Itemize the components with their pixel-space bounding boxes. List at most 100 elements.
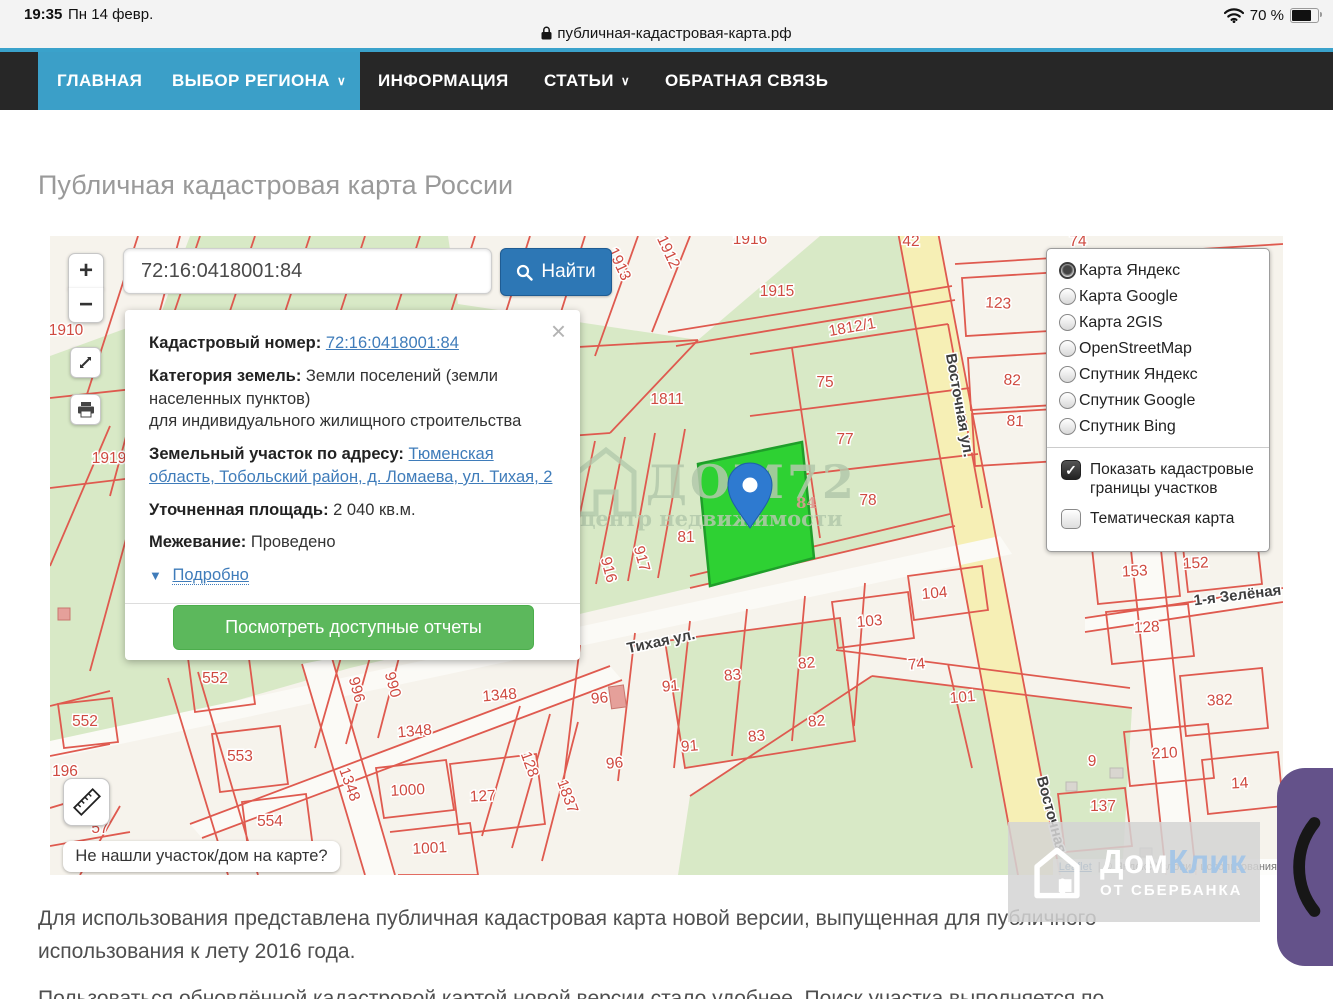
print-button[interactable] [70, 394, 101, 425]
close-icon[interactable]: × [551, 316, 566, 347]
radio-icon [1059, 340, 1076, 357]
parcel-label: 14 [1231, 775, 1249, 793]
cadastral-number-row: Кадастровый номер: 72:16:0418001:84 [149, 334, 459, 352]
parcel-label: 553 [227, 748, 253, 765]
layer-option[interactable]: Карта 2GIS [1059, 313, 1257, 333]
search-button[interactable]: Найти [500, 248, 612, 296]
fullscreen-button[interactable] [70, 347, 101, 378]
parcel-label: 81 [1006, 413, 1024, 431]
layer-option[interactable]: OpenStreetMap [1059, 339, 1257, 359]
parcel-label: 96 [590, 689, 609, 707]
parcel-label: 82 [807, 712, 826, 730]
safari-window: 19:35 Пн 14 февр. публичная-кадастровая-… [0, 0, 1333, 1000]
parcel-label: 1811 [650, 391, 683, 408]
layer-option[interactable]: Спутник Google [1059, 391, 1257, 411]
layer-checkbox-label: Показать кадастровые границы участков [1090, 461, 1254, 498]
parcel-label: 210 [1151, 744, 1178, 762]
parcel-label: 81 [677, 529, 694, 546]
page-title: Публичная кадастровая карта России [38, 170, 514, 200]
layer-option[interactable]: Карта Яндекс [1059, 261, 1257, 281]
layer-checkbox-option[interactable]: Тематическая карта [1059, 508, 1257, 529]
wifi-icon [1223, 8, 1244, 23]
parcel-label: 91 [661, 677, 680, 695]
address-row: Земельный участок по адресу: Тюменская о… [149, 445, 553, 486]
parcel-label: 1916 [733, 236, 767, 248]
radio-icon [1059, 288, 1076, 305]
battery-icon [1290, 8, 1322, 23]
parcel-label: 78 [859, 492, 876, 509]
layer-option-label: OpenStreetMap [1079, 340, 1192, 357]
layer-option[interactable]: Спутник Bing [1059, 417, 1257, 437]
layer-option-label: Карта 2GIS [1079, 314, 1163, 331]
details-row: ▼ Подробно [149, 564, 554, 587]
nav-item-information[interactable]: ИНФОРМАЦИЯ [378, 52, 509, 110]
layer-checkbox-option[interactable]: ✓ Показать кадастровые границы участков [1059, 460, 1257, 499]
divider [1047, 447, 1269, 448]
radio-icon [1059, 418, 1076, 435]
parcel-label: 77 [836, 431, 853, 448]
domclick-house-icon [1034, 847, 1080, 899]
ruler-icon [72, 787, 101, 817]
parcel-label: 123 [985, 294, 1012, 312]
url-text: публичная-кадастровая-карта.рф [557, 25, 792, 42]
layer-checkbox-label: Тематическая карта [1090, 509, 1235, 527]
layer-panel-checkboxes: ✓ Показать кадастровые границы участков Те… [1059, 460, 1257, 529]
parcel-label: 1910 [50, 322, 84, 339]
view-reports-button[interactable]: Посмотреть доступные отчеты [173, 605, 534, 650]
parcel-label: 137 [1090, 798, 1116, 815]
layer-option-label: Карта Яндекс [1079, 262, 1181, 279]
domclick-text: ДомКлик ОТ СБЕРБАНКА [1100, 845, 1246, 899]
callback-widget[interactable] [1277, 768, 1333, 966]
parcel-label: 128 [1133, 618, 1160, 636]
nav-item-articles[interactable]: СТАТЬИ ∨ [544, 52, 630, 110]
domclick-brand: ДомКлик [1100, 843, 1246, 880]
parcel-label: 96 [605, 754, 624, 772]
parcel-info-card: × Кадастровый номер: 72:16:0418001:84 Ка… [125, 310, 580, 660]
nav-item-region[interactable]: ВЫБОР РЕГИОНА ∨ [172, 52, 346, 110]
map-container: ДОМ72 84 центр недвижимости 191019191913… [50, 236, 1283, 875]
layer-panel-options: Карта Яндекс Карта Google Карта 2GIS OpenSt… [1059, 261, 1257, 437]
parcel-label: 127 [469, 787, 496, 805]
status-indicators: 70 % [1223, 7, 1322, 24]
layer-option[interactable]: Спутник Яндекс [1059, 365, 1257, 385]
survey-row: Межевание: Проведено [149, 533, 336, 552]
minus-icon: − [78, 291, 93, 318]
parcel-label: 1915 [760, 283, 794, 300]
parcel-label: 104 [921, 584, 949, 603]
divider [125, 602, 580, 604]
parcel-label: 1348 [482, 686, 518, 706]
details-link[interactable]: Подробно [172, 566, 249, 586]
parcel-label: 74 [907, 655, 926, 673]
nav-item-home[interactable]: ГЛАВНАЯ [57, 52, 142, 110]
parcel-label: 554 [257, 813, 283, 830]
plus-icon: + [78, 257, 93, 284]
triangle-down-icon: ▼ [149, 568, 162, 584]
search-input[interactable] [123, 248, 492, 294]
status-date: Пн 14 февр. [68, 6, 154, 23]
parcel-label: 83 [723, 666, 742, 684]
clipped-paragraph: Пользоваться обновлённой кадастровой кар… [38, 987, 1105, 999]
radio-icon [1059, 366, 1076, 383]
parcel-label: 101 [949, 688, 976, 707]
parcel-label: 382 [1206, 691, 1233, 709]
layer-option[interactable]: Карта Google [1059, 287, 1257, 307]
address-bar[interactable]: публичная-кадастровая-карта.рф [0, 25, 1333, 42]
not-found-hint[interactable]: Не нашли участок/дом на карте? [63, 841, 340, 872]
parcel-label: 42 [902, 236, 919, 250]
radio-icon [1059, 314, 1076, 331]
layer-option-label: Спутник Bing [1079, 418, 1176, 435]
parcel-label: 1919 [92, 450, 126, 467]
parcel-label: 75 [816, 374, 833, 391]
watermark-tagline: центр недвижимости [580, 506, 843, 531]
printer-icon [77, 402, 94, 418]
phone-icon [1293, 817, 1321, 917]
checkbox-icon [1061, 508, 1081, 529]
zoom-out-button[interactable]: − [68, 288, 104, 323]
zoom-in-button[interactable]: + [68, 253, 104, 289]
expand-icon [80, 357, 91, 368]
nav-item-feedback[interactable]: ОБРАТНАЯ СВЯЗЬ [665, 52, 828, 110]
cadastral-number-link[interactable]: 72:16:0418001:84 [326, 334, 459, 352]
parcel-label: 1001 [412, 839, 447, 858]
clipped-paragraph-container: Пользоваться обновлённой кадастровой кар… [38, 983, 1163, 999]
measure-button[interactable] [63, 778, 110, 826]
